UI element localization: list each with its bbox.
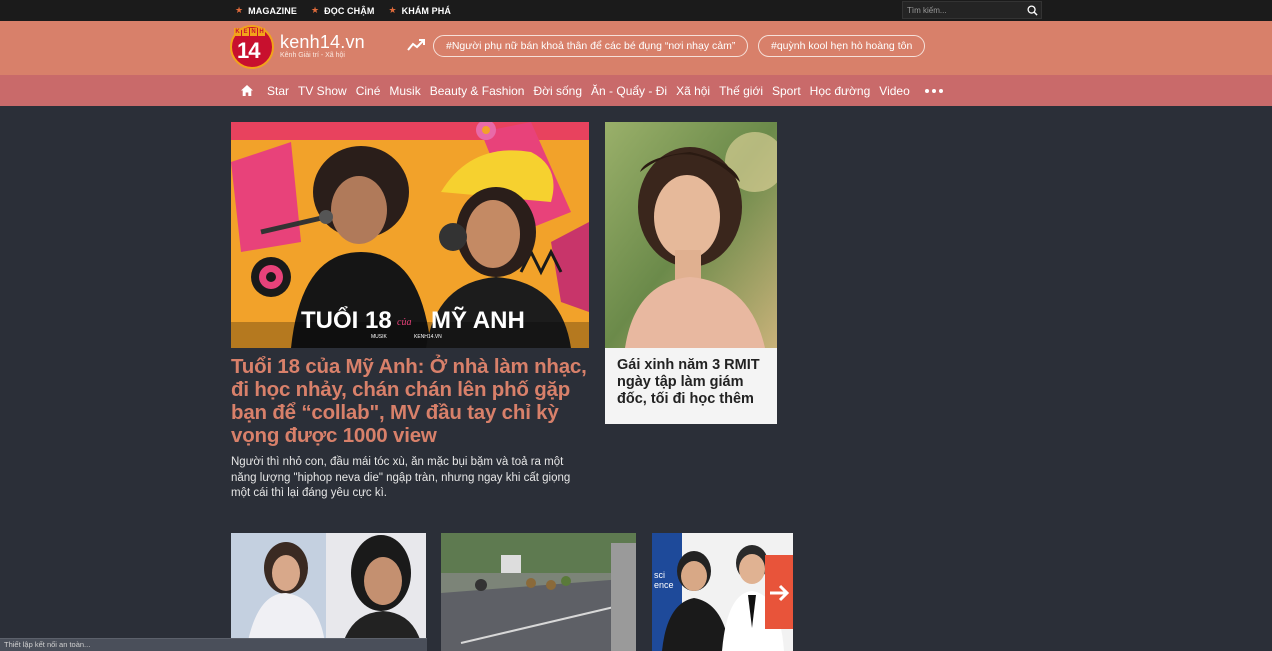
browser-status-bar: Thiết lập kết nối an toàn... [0, 638, 427, 651]
logo-number: 14 [237, 38, 261, 63]
search-box [902, 1, 1042, 19]
nav-item-video[interactable]: Video [879, 84, 909, 98]
feature-title[interactable]: Tuổi 18 của Mỹ Anh: Ở nhà làm nhạc, đi h… [231, 355, 591, 447]
article-thumbnail[interactable]: sci ence chemi try [652, 533, 793, 651]
brand-name[interactable]: kenh14.vn [280, 32, 365, 53]
nav-items: Star TV Show Ciné Musik Beauty & Fashion… [241, 75, 943, 106]
thumbnail-label: ence [654, 580, 674, 590]
star-icon: ★ [388, 5, 397, 15]
search-icon[interactable] [1027, 5, 1038, 16]
thumbnail-label: sci [654, 570, 665, 580]
side-article-image[interactable] [605, 122, 777, 348]
nav-item-xa-hoi[interactable]: Xã hội [676, 84, 710, 98]
thumbnail-photo [441, 533, 636, 651]
magazine-label: MAGAZINE [248, 5, 297, 16]
nav-item-hoc-duong[interactable]: Học đường [810, 84, 871, 98]
article-thumbnail[interactable] [231, 533, 426, 651]
top-bar: ★ MAGAZINE ★ ĐỌC CHẬM ★ KHÁM PHÁ [0, 0, 1272, 22]
logo-letter: H [258, 28, 265, 36]
trending-tag[interactable]: #quỳnh kool hẹn hò hoàng tôn [758, 35, 926, 57]
thumbnail-photo [231, 533, 426, 651]
nav-item-tv-show[interactable]: TV Show [298, 84, 347, 98]
thumbnail-photo: sci ence chemi try [652, 533, 793, 651]
nav-item-star[interactable]: Star [267, 84, 289, 98]
star-icon: ★ [235, 5, 244, 15]
feature-image-text-small: của [397, 317, 411, 328]
logo-letter: E [242, 28, 249, 36]
side-article-title[interactable]: Gái xinh năm 3 RMIT ngày tập làm giám đố… [617, 357, 767, 408]
feature-image[interactable]: TUỔI 18 của MỸ ANH MUSIK KENH14.VN [231, 122, 589, 348]
logo-kenh-letters: K E N H [234, 28, 265, 36]
logo-letter: N [250, 28, 257, 36]
brand-tagline: Kênh Giải trí - Xã hội [280, 52, 345, 59]
nav-item-the-gioi[interactable]: Thế giới [719, 84, 763, 98]
trending-tag[interactable]: #Người phụ nữ bán khoả thân để các bé đụ… [433, 35, 749, 57]
trending-icon [407, 39, 425, 51]
magazine-link[interactable]: ★ MAGAZINE [235, 5, 297, 16]
logo-letter: K [234, 28, 241, 36]
doc-cham-link[interactable]: ★ ĐỌC CHẬM [311, 5, 374, 16]
kham-pha-link[interactable]: ★ KHÁM PHÁ [388, 5, 450, 16]
doc-cham-label: ĐỌC CHẬM [324, 5, 375, 16]
feature-image-text-name: MỸ ANH [431, 306, 525, 334]
feature-image-tag: MUSIK [371, 334, 388, 340]
article-thumbnail[interactable] [441, 533, 636, 651]
search-input[interactable] [907, 4, 1017, 16]
nav-item-doi-song[interactable]: Đời sống [533, 84, 582, 98]
kham-pha-label: KHÁM PHÁ [401, 5, 451, 16]
side-article-card[interactable]: Gái xinh năm 3 RMIT ngày tập làm giám đố… [605, 122, 777, 424]
feature-image-text-big: TUỔI 18 [301, 306, 392, 334]
more-icon[interactable] [924, 88, 943, 93]
nav-item-sport[interactable]: Sport [772, 84, 801, 98]
star-icon: ★ [310, 5, 320, 15]
nav-item-musik[interactable]: Musik [389, 84, 420, 98]
feature-description: Người thì nhỏ con, đầu mái tóc xù, ăn mặ… [231, 456, 571, 499]
feature-artwork: TUỔI 18 của MỸ ANH MUSIK KENH14.VN [231, 122, 589, 348]
site-header: K E N H 14 kenh14.vn Kênh Giải trí - Xã … [0, 21, 1272, 75]
nav-item-cine[interactable]: Ciné [356, 84, 381, 98]
nav-item-an-quay-di[interactable]: Ăn - Quẩy - Đi [591, 84, 667, 98]
home-icon[interactable] [241, 85, 253, 96]
kenh14-logo[interactable]: K E N H 14 [230, 25, 276, 71]
main-nav: Star TV Show Ciné Musik Beauty & Fashion… [0, 75, 1272, 106]
feature-image-tag: KENH14.VN [414, 334, 442, 340]
side-photo [605, 122, 777, 348]
nav-item-beauty-fashion[interactable]: Beauty & Fashion [430, 84, 525, 98]
top-links: ★ MAGAZINE ★ ĐỌC CHẬM ★ KHÁM PHÁ [235, 0, 451, 21]
